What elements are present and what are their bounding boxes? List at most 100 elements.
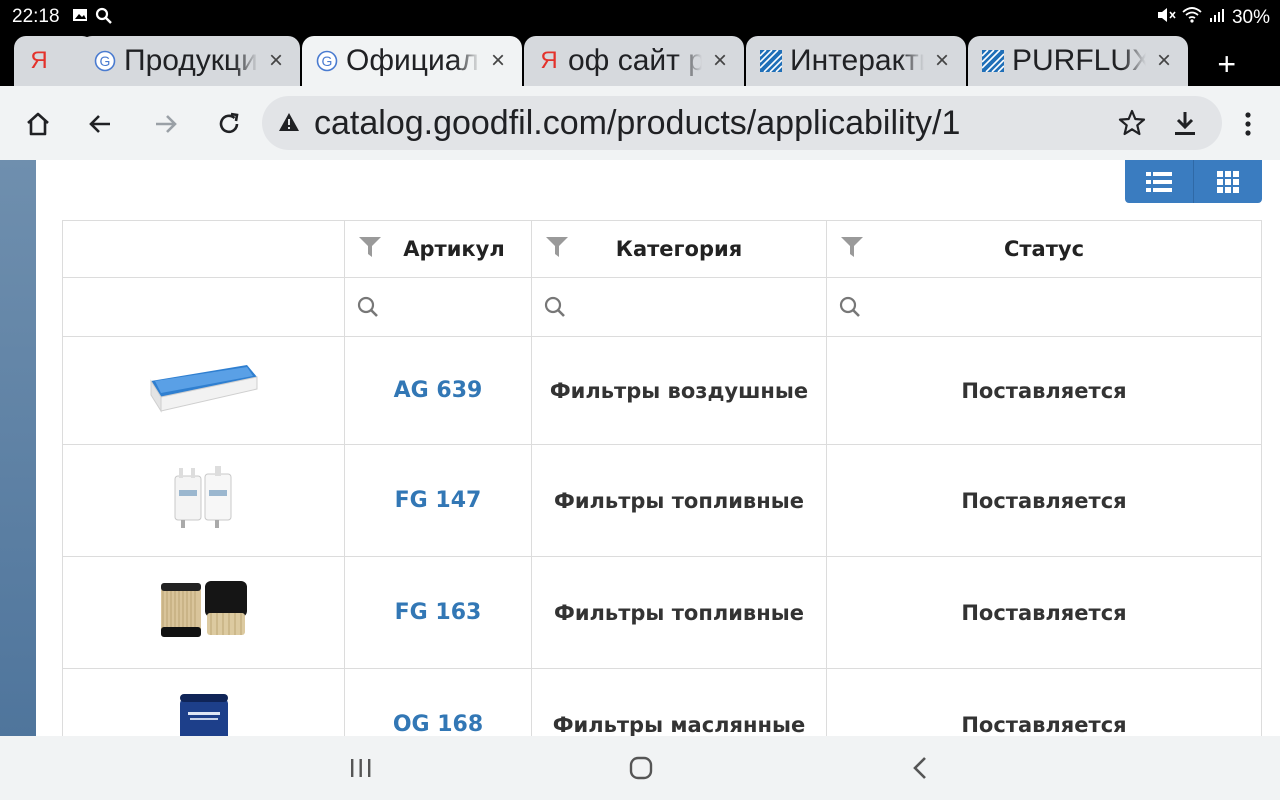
column-title: Категория [615, 237, 743, 261]
recents-button[interactable] [350, 758, 372, 782]
header-article[interactable]: Артикул [344, 220, 532, 278]
close-tab-icon[interactable]: × [708, 47, 732, 75]
url-text: catalog.goodfil.com/products/applicabili… [314, 104, 961, 142]
home-button[interactable] [22, 108, 54, 140]
grid-view-icon [1217, 170, 1239, 193]
mute-icon [1156, 6, 1176, 30]
svg-text:G: G [322, 53, 333, 69]
search-icon [357, 296, 379, 322]
category-cell: Фильтры воздушные [531, 336, 827, 445]
close-tab-icon[interactable]: × [930, 47, 954, 75]
tab-products[interactable]: G Продукция × [80, 36, 300, 86]
table-row[interactable]: AG 639 Фильтры воздушные Поставляется [62, 336, 1262, 445]
clock: 22:18 [12, 6, 60, 27]
search-icon [839, 296, 861, 322]
applicability-table: Артикул Категория Статус AG 639 Фильтры … [62, 220, 1262, 736]
side-panel [0, 160, 36, 736]
column-title: Артикул [403, 237, 505, 261]
close-tab-icon[interactable]: × [486, 47, 510, 75]
table-row[interactable]: FG 163 Фильтры топливные Поставляется [62, 556, 1262, 669]
home-circle-icon [629, 756, 653, 780]
home-nav-button[interactable] [629, 756, 653, 784]
status-bar: 22:18 30% [0, 0, 1280, 32]
forward-button[interactable] [150, 108, 182, 140]
view-toggle [1125, 160, 1262, 203]
filter-icon[interactable] [546, 237, 568, 262]
download-icon[interactable] [1172, 109, 1198, 141]
filter-cell-empty [62, 277, 345, 337]
tab-purflux[interactable]: PURFLUX × [968, 36, 1188, 86]
tab-title: оф сайт р [568, 44, 702, 77]
reload-button[interactable] [213, 108, 245, 140]
category-cell: Фильтры топливные [531, 444, 827, 557]
purflux-favicon-icon [760, 50, 782, 72]
tab-interactive[interactable]: Интерактивный × [746, 36, 966, 86]
forward-arrow-icon [156, 115, 177, 133]
search-icon [544, 296, 566, 322]
recents-icon [351, 759, 371, 777]
filter-icon[interactable] [359, 237, 381, 262]
google-favicon-icon: G [316, 50, 338, 72]
signal-icon [1208, 6, 1226, 30]
list-view-button[interactable] [1125, 160, 1193, 203]
grid-view-button[interactable] [1193, 160, 1262, 203]
product-image-fuel-filter-cartridge[interactable] [62, 556, 345, 669]
header-status[interactable]: Статус [826, 220, 1262, 278]
filter-icon[interactable] [841, 237, 863, 262]
filter-row [62, 277, 1262, 337]
warning-icon[interactable] [278, 111, 300, 137]
category-cell: Фильтры топливные [531, 556, 827, 669]
back-chevron-icon [913, 757, 926, 779]
system-nav-bar [0, 736, 1280, 800]
tab-title: Официальный [346, 44, 480, 77]
header-image [62, 220, 345, 278]
tab-official[interactable]: G Официальный × [302, 36, 522, 86]
tab-strip: Я G Продукция × G Официальный × Я оф сай… [0, 32, 1280, 86]
article-link[interactable]: FG 147 [344, 444, 532, 557]
category-cell: Фильтры маслянные [531, 668, 827, 736]
battery-level: 30% [1231, 7, 1270, 28]
yandex-favicon-icon: Я [540, 47, 558, 74]
product-image-fuel-filter-white[interactable] [62, 444, 345, 557]
bookmark-star-icon[interactable] [1118, 109, 1146, 141]
status-filter-input[interactable] [826, 277, 1262, 337]
status-cell: Поставляется [826, 556, 1262, 669]
web-page: Артикул Категория Статус AG 639 Фильтры … [0, 160, 1280, 736]
article-link[interactable]: FG 163 [344, 556, 532, 669]
back-arrow-icon [89, 115, 110, 133]
close-tab-icon[interactable]: × [1152, 47, 1176, 75]
table-row[interactable]: OG 168 Фильтры маслянные Поставляется [62, 668, 1262, 736]
browser-toolbar: catalog.goodfil.com/products/applicabili… [0, 86, 1280, 160]
tab-title: PURFLUX [1012, 44, 1146, 77]
tab-site-search[interactable]: Я оф сайт р × [524, 36, 744, 86]
article-link[interactable]: AG 639 [344, 336, 532, 445]
back-nav-button[interactable] [912, 756, 928, 784]
home-icon [27, 112, 49, 136]
search-notification-icon [95, 7, 113, 30]
close-tab-icon[interactable]: × [264, 47, 288, 75]
kebab-menu-icon [1245, 112, 1251, 136]
table-row[interactable]: FG 147 Фильтры топливные Поставляется [62, 444, 1262, 557]
product-image-air-filter[interactable] [62, 336, 345, 445]
wifi-icon [1182, 6, 1202, 30]
reload-icon [219, 112, 239, 134]
menu-button[interactable] [1232, 108, 1264, 140]
header-category[interactable]: Категория [531, 220, 827, 278]
purflux-favicon-icon [982, 50, 1004, 72]
google-favicon-icon: G [94, 50, 116, 72]
new-tab-button[interactable]: + [1217, 46, 1236, 83]
svg-text:G: G [100, 53, 111, 69]
article-link[interactable]: OG 168 [344, 668, 532, 736]
article-filter-input[interactable] [344, 277, 532, 337]
back-button[interactable] [84, 108, 116, 140]
status-cell: Поставляется [826, 668, 1262, 736]
product-image-oil-filter[interactable] [62, 668, 345, 736]
status-cell: Поставляется [826, 336, 1262, 445]
table-header: Артикул Категория Статус [62, 220, 1262, 278]
list-view-icon [1146, 171, 1172, 192]
yandex-favicon-icon: Я [30, 47, 48, 74]
address-bar[interactable]: catalog.goodfil.com/products/applicabili… [262, 96, 1222, 150]
category-filter-input[interactable] [531, 277, 827, 337]
tab-title: Продукция [124, 44, 258, 77]
gallery-notification-icon [72, 7, 88, 28]
